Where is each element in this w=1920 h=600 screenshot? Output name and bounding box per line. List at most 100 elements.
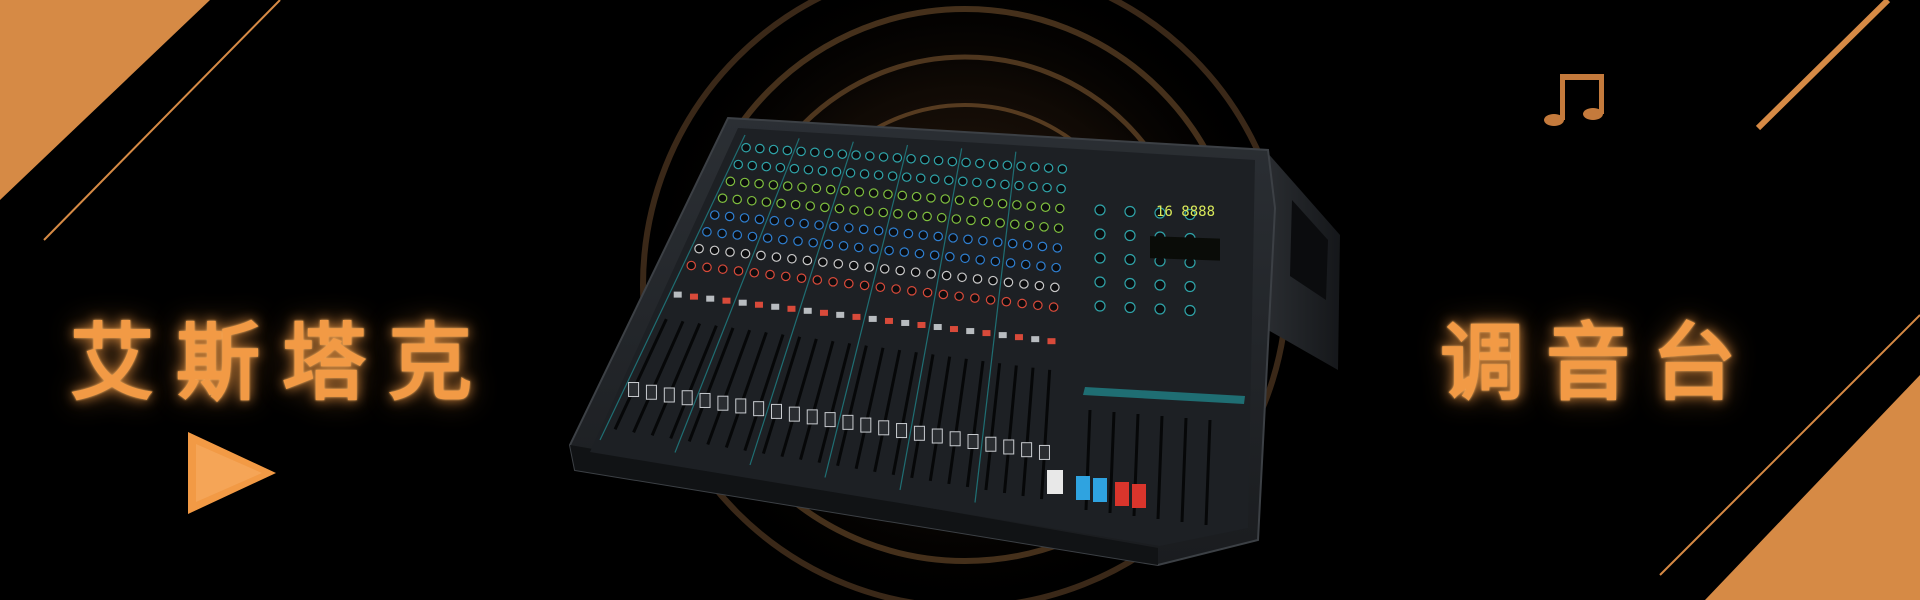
mixer-knob	[725, 176, 736, 187]
mixer-channel-button	[819, 309, 828, 316]
mixer-knob	[858, 224, 869, 235]
mixer-knob	[825, 184, 836, 195]
mixer-knob	[768, 144, 779, 155]
mixer-knob	[1055, 203, 1065, 214]
mixer-knob	[1057, 164, 1068, 174]
mixer-knob	[859, 169, 870, 179]
mixer-fader-cap	[717, 395, 729, 411]
mixer-knob	[775, 162, 786, 173]
mixer-knob	[717, 228, 727, 239]
mixer-master-knob	[1154, 279, 1166, 291]
mixer-channel-button	[966, 328, 975, 335]
mixer-knob	[1053, 223, 1064, 233]
mixer-knob	[933, 231, 943, 242]
mixer-knob	[1048, 302, 1059, 312]
mixer-knob	[907, 286, 917, 296]
mixer-fader-cap	[753, 401, 765, 417]
mixer-knob	[733, 266, 744, 276]
mixer-knob	[945, 251, 955, 262]
mixer-knob	[1036, 261, 1046, 271]
mixer-knob	[810, 147, 820, 158]
mixer-knob	[796, 273, 807, 283]
mixer-fader-cap	[735, 398, 747, 414]
mixer-knob	[717, 193, 728, 203]
mixer-knob	[878, 207, 889, 218]
mixer-knob	[1034, 280, 1045, 291]
mixer-knob	[803, 164, 814, 175]
mixer-knob	[985, 295, 996, 305]
mixer-knob	[1033, 300, 1043, 311]
mixer-knob	[960, 253, 970, 264]
mixer-knob	[975, 158, 985, 169]
mixer-knob	[1056, 183, 1066, 194]
mixer-knob	[768, 180, 779, 190]
mixer-knob	[814, 220, 824, 230]
mixer-channel-button	[1031, 336, 1040, 343]
mixer-knob	[901, 172, 912, 182]
mixer-knob	[811, 183, 822, 194]
mixer-channel-button	[982, 330, 991, 337]
mixer-knob	[709, 245, 720, 256]
mixer-knob	[878, 152, 889, 162]
stripe-line-top-right	[1755, 0, 1891, 131]
mixer-knob	[790, 199, 801, 210]
mixer-knob	[1042, 182, 1052, 193]
mixer-knob	[787, 253, 797, 264]
mixer-fader-cap	[806, 409, 818, 425]
mixer-knob	[975, 255, 985, 265]
mixer-fader-cap	[1021, 442, 1033, 458]
mixer-knob	[820, 202, 830, 213]
music-note-icon	[1544, 74, 1604, 126]
mixer-knob	[778, 234, 788, 245]
mixer-button-red-2	[1132, 484, 1146, 508]
mixer-knob	[844, 278, 854, 289]
mixer-knob	[947, 156, 958, 167]
mixer-knob	[895, 265, 905, 276]
mixer-knob	[972, 274, 983, 284]
product-title: 调音台	[1440, 314, 1759, 412]
mixer-knob	[845, 168, 856, 178]
mixer-knob	[849, 205, 859, 215]
mixer-fader-cap	[1003, 439, 1015, 455]
mixer-knob	[1000, 179, 1010, 190]
mixer-channel-button	[868, 315, 877, 322]
mixer-knob	[1014, 180, 1024, 191]
mixer-knob	[749, 267, 760, 278]
mixer-knob	[893, 209, 903, 219]
mixer-knob	[739, 213, 750, 223]
mixer-knob	[793, 236, 803, 246]
mixer-knob	[797, 182, 807, 193]
mixer-knob	[769, 215, 780, 226]
mixer-knob	[782, 145, 793, 156]
mixer-knob	[746, 195, 757, 206]
mixer-knob	[817, 166, 828, 176]
mixer-knob	[963, 234, 973, 245]
mixer-channel-button	[689, 293, 698, 300]
mixer-knob	[936, 212, 947, 223]
mixer-knob	[966, 215, 976, 226]
mixer-knob	[995, 218, 1005, 228]
mixer-fader-cap	[967, 433, 979, 449]
mixer-knob	[740, 248, 751, 259]
mixer-knob	[741, 142, 751, 153]
mixer-knob	[986, 178, 996, 189]
mixer-knob	[1026, 201, 1036, 211]
mixer-knob	[1017, 298, 1027, 309]
corner-stripe-top-left	[0, 0, 210, 200]
mixer-master-knob	[1124, 205, 1136, 218]
mixer-knob	[853, 242, 864, 253]
mixer-channel-button	[917, 321, 926, 328]
mixer-knob	[789, 163, 800, 174]
mixer-knob	[837, 149, 848, 159]
mixer-knob	[903, 228, 914, 239]
mixer-knob	[747, 160, 758, 171]
mixer-button-blue-2	[1093, 478, 1107, 502]
mixer-channel-button	[1047, 338, 1056, 345]
mixer-knob	[732, 230, 743, 240]
mixer-knob	[940, 194, 951, 204]
mixer-master-knob	[1124, 277, 1136, 290]
mixer-fader-cap	[681, 390, 693, 406]
mixer-knob	[922, 211, 932, 222]
mixer-knob	[929, 174, 940, 185]
mixer-master-knob	[1184, 280, 1196, 293]
